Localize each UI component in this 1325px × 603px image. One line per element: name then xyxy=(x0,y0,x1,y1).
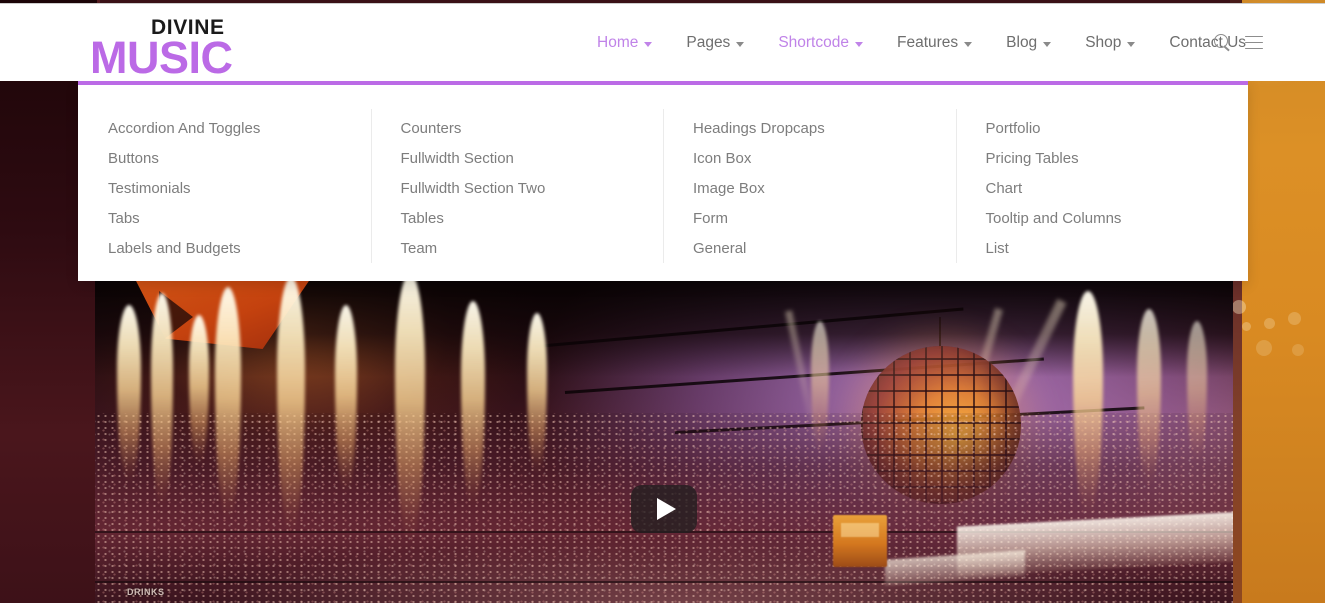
nav-item-shortcode[interactable]: Shortcode xyxy=(761,32,880,54)
mega-menu-item-pricing-tables[interactable]: Pricing Tables xyxy=(986,144,1249,174)
mega-menu-item-fullwidth-section-two[interactable]: Fullwidth Section Two xyxy=(401,174,664,204)
mega-menu-item-list[interactable]: List xyxy=(986,234,1249,264)
mega-menu-item-form[interactable]: Form xyxy=(693,204,956,234)
chevron-down-icon xyxy=(1043,41,1052,47)
hamburger-menu-icon xyxy=(1245,35,1263,50)
chevron-down-icon xyxy=(1127,41,1136,47)
search-icon xyxy=(1214,34,1231,51)
nav-item-home[interactable]: Home xyxy=(580,32,669,54)
mega-menu-item-tooltip-and-columns[interactable]: Tooltip and Columns xyxy=(986,204,1249,234)
menu-toggle-button[interactable] xyxy=(1245,35,1263,50)
top-rule xyxy=(0,3,1325,4)
hero-video-player[interactable]: DRINKS xyxy=(95,281,1233,603)
nav-item-blog[interactable]: Blog xyxy=(989,32,1068,54)
play-icon xyxy=(657,498,676,520)
bokeh-dot xyxy=(1288,312,1301,325)
mega-menu-item-portfolio[interactable]: Portfolio xyxy=(986,114,1249,144)
mega-menu-item-accordion-and-toggles[interactable]: Accordion And Toggles xyxy=(108,114,371,144)
mega-menu-item-tables[interactable]: Tables xyxy=(401,204,664,234)
mega-menu-item-image-box[interactable]: Image Box xyxy=(693,174,956,204)
mega-menu-column-4: Portfolio Pricing Tables Chart Tooltip a… xyxy=(955,85,1249,281)
chevron-down-icon xyxy=(644,41,653,47)
site-logo[interactable]: DIVINE MUSIC xyxy=(90,17,250,80)
mega-menu-column-3: Headings Dropcaps Icon Box Image Box For… xyxy=(663,85,956,281)
nav-item-label: Home xyxy=(597,34,639,51)
main-navigation: Home Pages Shortcode Features Blog Shop … xyxy=(580,32,1263,54)
chevron-down-icon xyxy=(736,41,745,47)
mega-menu-item-general[interactable]: General xyxy=(693,234,956,264)
stage-prop-box xyxy=(833,515,887,567)
mega-menu-item-testimonials[interactable]: Testimonials xyxy=(108,174,371,204)
video-play-button[interactable] xyxy=(631,485,697,533)
crowd-tier-divider xyxy=(95,581,1233,583)
bokeh-dot xyxy=(1264,318,1275,329)
bokeh-dot xyxy=(1232,300,1246,314)
disco-ball-wire xyxy=(939,317,941,349)
site-header: DIVINE MUSIC Home Pages Shortcode Featur… xyxy=(0,4,1325,81)
nav-item-label: Shortcode xyxy=(778,34,849,51)
mega-menu-column-2: Counters Fullwidth Section Fullwidth Sec… xyxy=(370,85,664,281)
search-button[interactable] xyxy=(1214,34,1231,51)
mega-menu-item-icon-box[interactable]: Icon Box xyxy=(693,144,956,174)
nav-item-shop[interactable]: Shop xyxy=(1068,32,1152,54)
nav-item-label: Blog xyxy=(1006,34,1038,51)
mega-menu-item-counters[interactable]: Counters xyxy=(401,114,664,144)
chevron-down-icon xyxy=(964,41,973,47)
header-tools xyxy=(1214,34,1263,51)
nav-item-label: Features xyxy=(896,34,959,51)
mega-menu-item-team[interactable]: Team xyxy=(401,234,664,264)
mega-menu-item-fullwidth-section[interactable]: Fullwidth Section xyxy=(401,144,664,174)
nav-item-pages[interactable]: Pages xyxy=(669,32,761,54)
nav-item-features[interactable]: Features xyxy=(880,32,989,54)
nav-item-label: Shop xyxy=(1085,34,1122,51)
shortcode-mega-dropdown: Accordion And Toggles Buttons Testimonia… xyxy=(78,81,1248,281)
bokeh-dot xyxy=(1292,344,1304,356)
drinks-sign: DRINKS xyxy=(127,587,165,597)
mega-menu-item-tabs[interactable]: Tabs xyxy=(108,204,371,234)
mega-menu-item-chart[interactable]: Chart xyxy=(986,174,1249,204)
mega-menu-item-buttons[interactable]: Buttons xyxy=(108,144,371,174)
mega-menu-item-labels-and-budgets[interactable]: Labels and Budgets xyxy=(108,234,371,264)
nav-item-label: Pages xyxy=(686,34,731,51)
chevron-down-icon xyxy=(854,41,863,47)
logo-main-word: MUSIC xyxy=(90,32,233,83)
mega-menu-column-1: Accordion And Toggles Buttons Testimonia… xyxy=(78,85,371,281)
bokeh-dot xyxy=(1242,322,1251,331)
mega-menu-item-headings-dropcaps[interactable]: Headings Dropcaps xyxy=(693,114,956,144)
bokeh-dot xyxy=(1256,340,1272,356)
